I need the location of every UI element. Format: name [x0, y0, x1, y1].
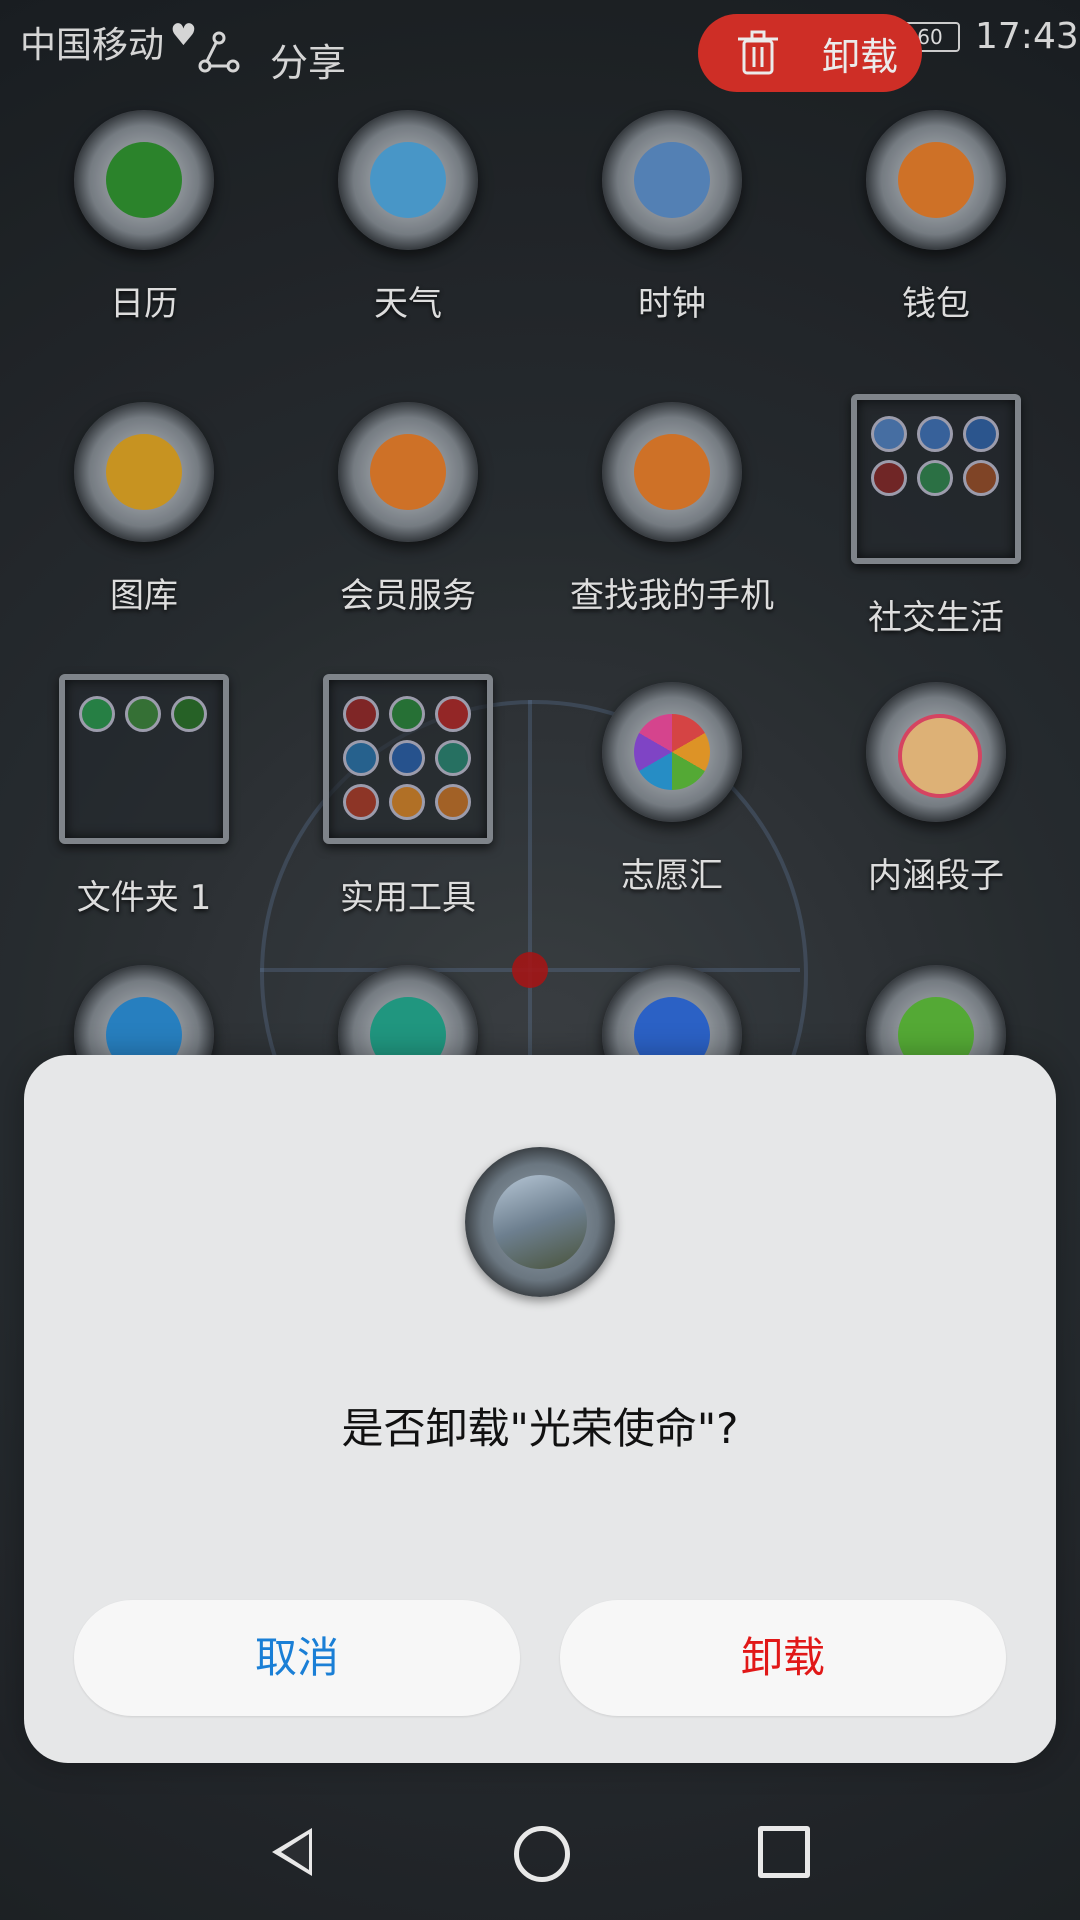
cancel-button[interactable]: 取消: [74, 1600, 520, 1716]
home-icon[interactable]: [514, 1826, 570, 1882]
uninstall-button[interactable]: 卸载: [560, 1600, 1006, 1716]
back-icon[interactable]: [272, 1828, 312, 1876]
dialog-message: 是否卸载"光荣使命"?: [341, 1404, 739, 1453]
app-icon-glory-mission: [465, 1147, 615, 1297]
uninstall-dialog: 是否卸载"光荣使命"? 取消 卸载: [24, 1055, 1056, 1763]
navigation-bar: [0, 1780, 1080, 1920]
soldier-image: [493, 1175, 587, 1269]
recent-apps-icon[interactable]: [758, 1826, 810, 1878]
